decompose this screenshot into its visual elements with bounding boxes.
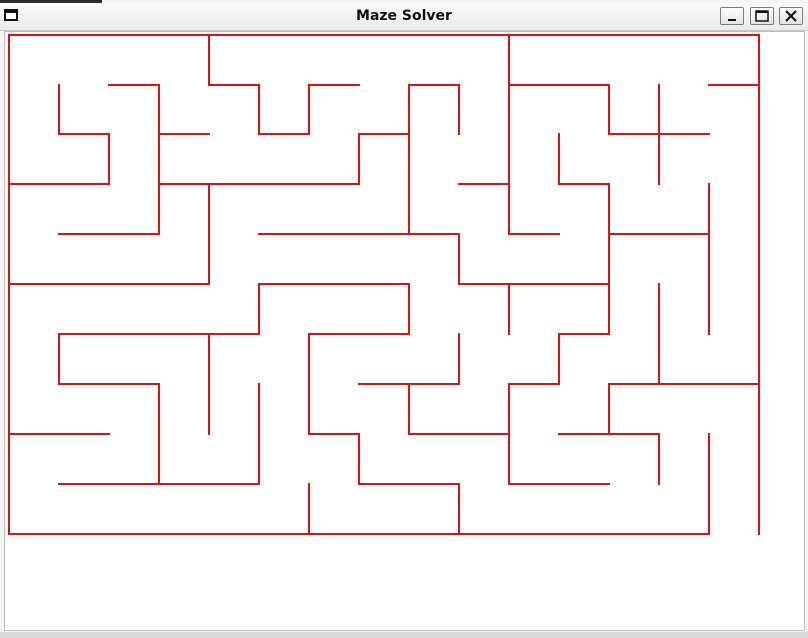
- maze-canvas[interactable]: [4, 31, 805, 631]
- title-bar[interactable]: Maze Solver: [0, 3, 808, 31]
- maximize-button[interactable]: [750, 7, 774, 25]
- maximize-icon: [755, 10, 769, 22]
- close-icon: [785, 10, 797, 22]
- maze-walls: [8, 34, 760, 535]
- window-title: Maze Solver: [356, 8, 452, 24]
- minimize-icon: [728, 19, 736, 21]
- app-window: Maze Solver: [0, 0, 808, 638]
- minimize-button[interactable]: [720, 7, 744, 25]
- window-bottom-border: [0, 632, 808, 638]
- maze-svg: [8, 34, 760, 535]
- close-button[interactable]: [779, 7, 803, 25]
